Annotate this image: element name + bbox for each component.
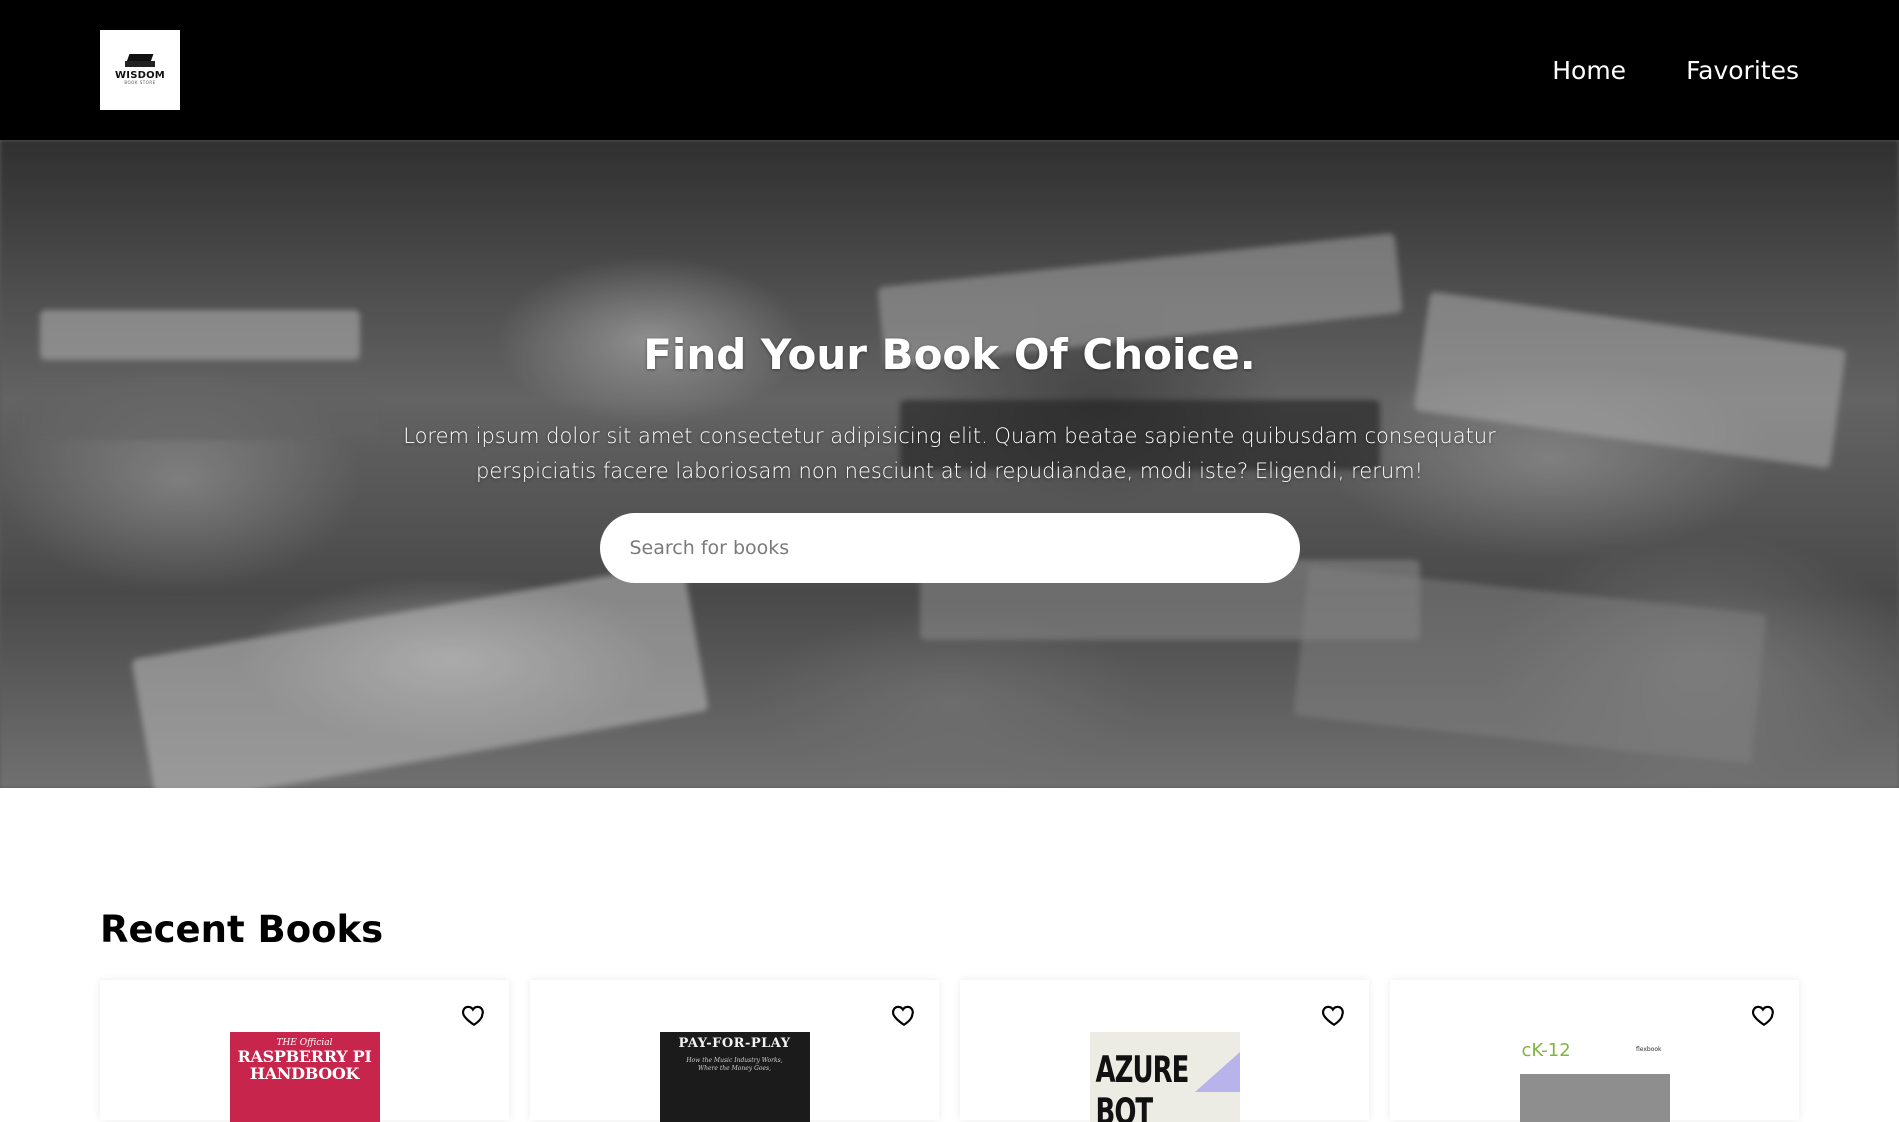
main-nav: Home Favorites (1552, 56, 1799, 85)
cover-text: flexbook (1635, 1046, 1662, 1053)
recent-books-list: THE Official RASPBERRY PI HANDBOOK PAY-F… (100, 980, 1799, 1122)
cover-text: PAY-FOR-PLAY (678, 1036, 791, 1051)
nav-link-home[interactable]: Home (1552, 56, 1626, 85)
cover-text: How the Music Industry Works, (686, 1057, 783, 1064)
site-logo[interactable]: WISDOM BOOK STORE (100, 30, 180, 110)
hero-content: Find Your Book Of Choice. Lorem ipsum do… (0, 140, 1899, 788)
hero-section: Find Your Book Of Choice. Lorem ipsum do… (0, 140, 1899, 788)
book-cover[interactable]: AZURE BOT (1089, 1032, 1240, 1122)
book-card[interactable]: THE Official RASPBERRY PI HANDBOOK (100, 980, 509, 1122)
book-card[interactable]: PAY-FOR-PLAY How the Music Industry Work… (530, 980, 939, 1122)
book-cover[interactable]: PAY-FOR-PLAY How the Music Industry Work… (659, 1032, 810, 1122)
nav-link-favorites[interactable]: Favorites (1686, 56, 1799, 85)
cover-text: RASPBERRY PI (237, 1047, 372, 1066)
book-cover[interactable]: cK-12 flexbook (1519, 1032, 1670, 1122)
book-cover[interactable]: THE Official RASPBERRY PI HANDBOOK (229, 1032, 380, 1122)
book-card[interactable]: cK-12 flexbook (1390, 980, 1799, 1122)
logo-subtitle: BOOK STORE (124, 80, 156, 86)
cover-graphic (1519, 1074, 1670, 1122)
recent-books-title: Recent Books (100, 908, 384, 951)
cover-text: HANDBOOK (249, 1064, 360, 1083)
hero-title: Find Your Book Of Choice. (643, 330, 1256, 379)
books-icon (125, 54, 155, 68)
cover-text: AZURE BOT (1095, 1050, 1190, 1122)
heart-icon[interactable] (461, 1002, 487, 1028)
search-input[interactable] (599, 513, 1300, 583)
book-card[interactable]: AZURE BOT (960, 980, 1369, 1122)
top-navbar: WISDOM BOOK STORE Home Favorites (0, 0, 1899, 140)
cover-text: Where the Money Goes, (697, 1065, 772, 1072)
hero-description: Lorem ipsum dolor sit amet consectetur a… (403, 424, 1496, 483)
heart-icon[interactable] (1751, 1002, 1777, 1028)
heart-icon[interactable] (891, 1002, 917, 1028)
heart-icon[interactable] (1321, 1002, 1347, 1028)
